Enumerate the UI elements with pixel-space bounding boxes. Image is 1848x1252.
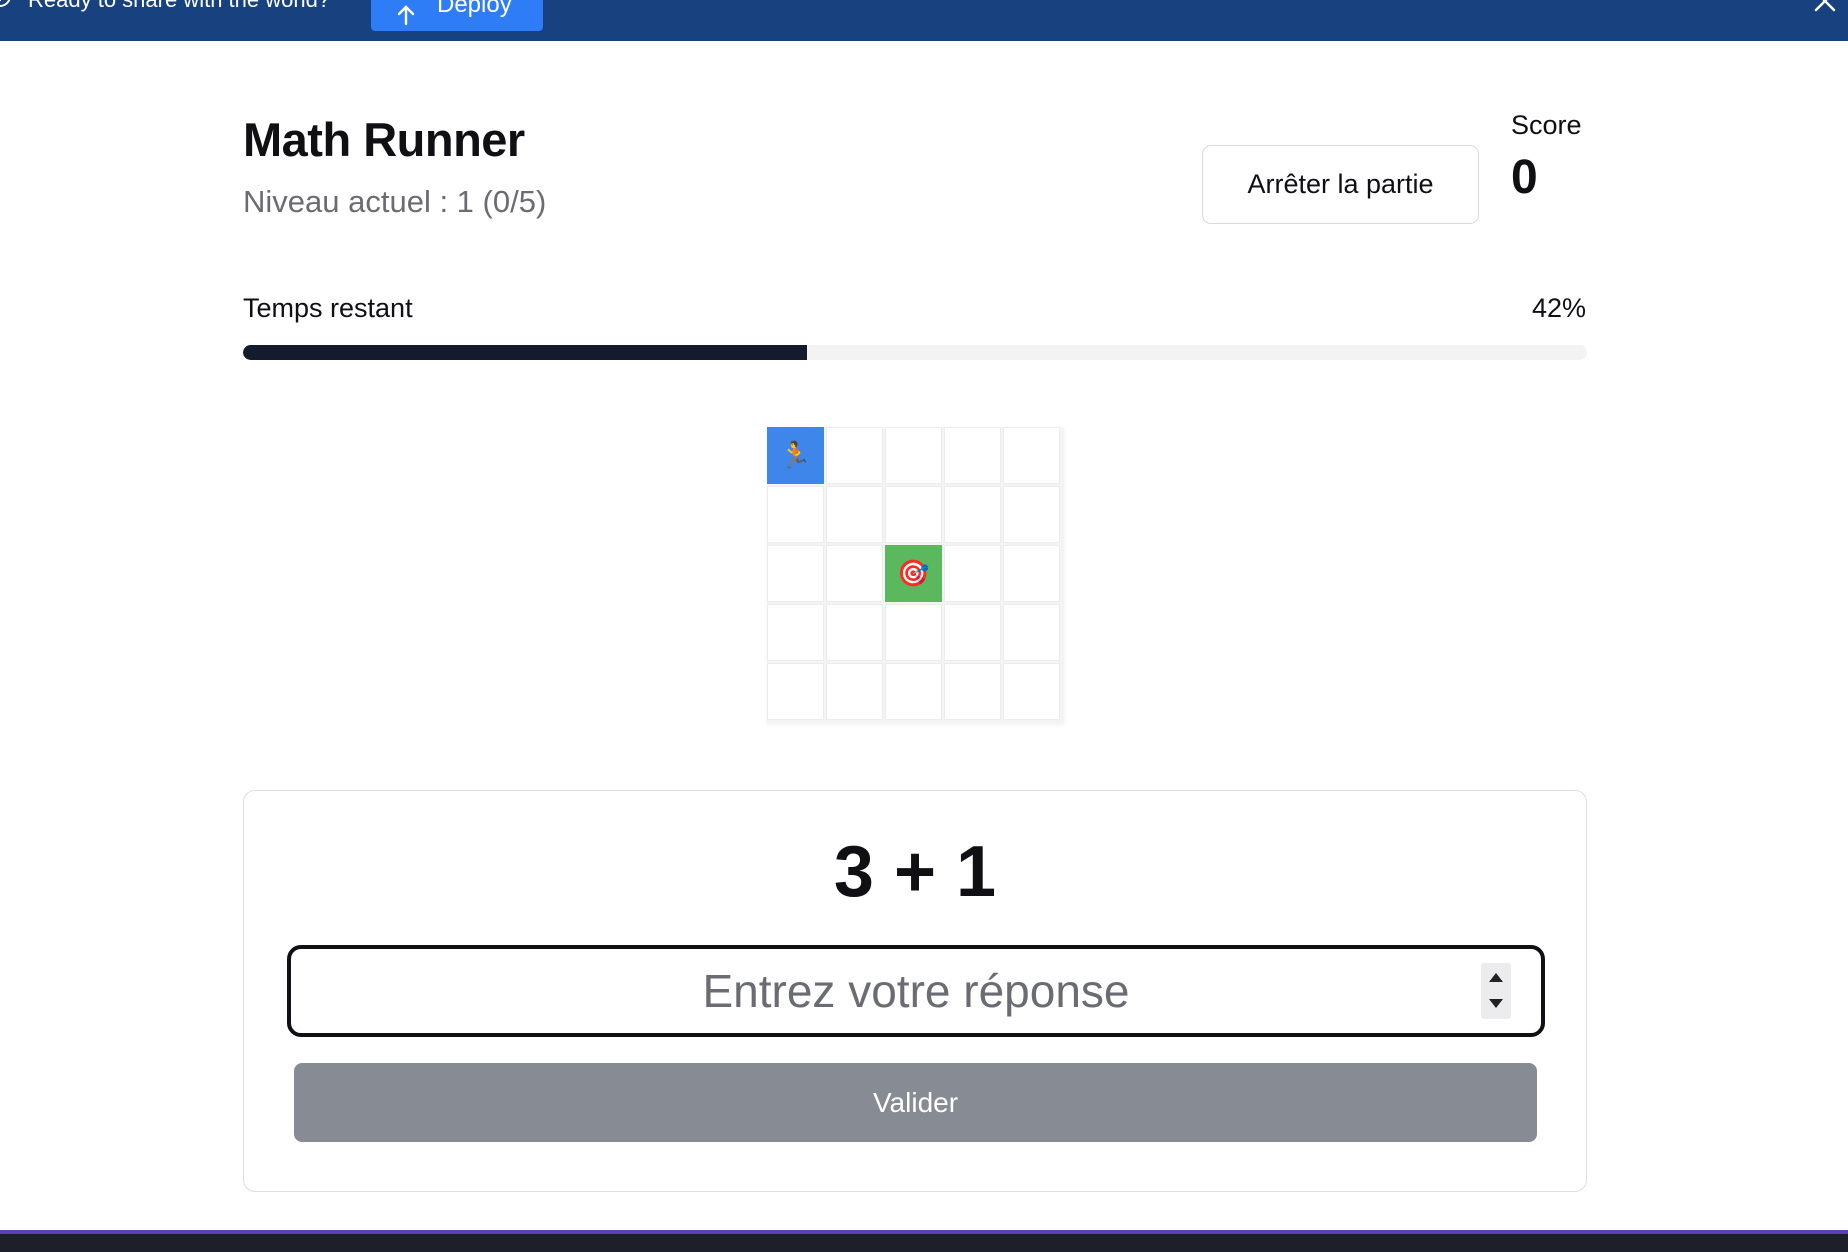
timer-progress-fill — [243, 345, 808, 360]
stepper-up-icon[interactable] — [1489, 973, 1503, 982]
math-question: 3 + 1 — [833, 832, 997, 912]
grid-cell — [944, 427, 1001, 484]
target-icon: 🎯 — [897, 558, 930, 588]
question-card: 3 + 1 Valider — [243, 790, 1587, 1192]
grid-cell — [885, 663, 942, 720]
grid-cell — [767, 486, 824, 543]
grid-cell — [944, 663, 1001, 720]
deploy-button[interactable]: Deploy — [371, 0, 543, 31]
bottom-bar — [0, 1230, 1848, 1252]
game-grid: 🏃 🎯 — [767, 427, 1064, 724]
grid-cell — [826, 663, 883, 720]
score-label: Score — [1511, 110, 1582, 140]
level-text: Niveau actuel : 1 (0/5) — [243, 184, 547, 219]
grid-cell — [944, 545, 1001, 602]
grid-cell — [885, 486, 942, 543]
answer-input[interactable] — [287, 945, 1545, 1037]
target-cell: 🎯 — [885, 545, 942, 602]
grid-cell — [767, 545, 824, 602]
stop-game-button[interactable]: Arrêter la partie — [1202, 145, 1479, 224]
grid-cell — [826, 545, 883, 602]
submit-button[interactable]: Valider — [294, 1063, 1537, 1142]
grid-cell — [826, 604, 883, 661]
grid-cell — [944, 604, 1001, 661]
runner-icon: 🏃 — [779, 440, 812, 470]
player-cell: 🏃 — [767, 427, 824, 484]
score-value: 0 — [1511, 151, 1538, 204]
grid-cell — [1003, 427, 1060, 484]
grid-cell — [767, 604, 824, 661]
info-icon — [0, 0, 11, 7]
grid-cell — [826, 486, 883, 543]
grid-cell — [767, 663, 824, 720]
banner-text: Ready to share with the world? — [28, 0, 330, 11]
page-title: Math Runner — [243, 113, 525, 166]
timer-progress-bar — [243, 345, 1587, 360]
grid-cell — [885, 427, 942, 484]
deploy-label: Deploy — [437, 0, 512, 18]
deploy-banner: Ready to share with the world? Deploy — [0, 0, 1848, 41]
grid-cell — [1003, 663, 1060, 720]
close-icon[interactable] — [1812, 0, 1838, 14]
grid-cell — [1003, 545, 1060, 602]
grid-cell — [885, 604, 942, 661]
timer-label: Temps restant — [243, 293, 413, 323]
grid-cell — [826, 427, 883, 484]
number-stepper[interactable] — [1481, 963, 1511, 1019]
grid-cell — [1003, 604, 1060, 661]
upload-icon — [397, 5, 415, 26]
stepper-down-icon[interactable] — [1489, 999, 1503, 1008]
grid-cell — [1003, 486, 1060, 543]
timer-percent: 42% — [1531, 293, 1586, 323]
grid-cell — [944, 486, 1001, 543]
